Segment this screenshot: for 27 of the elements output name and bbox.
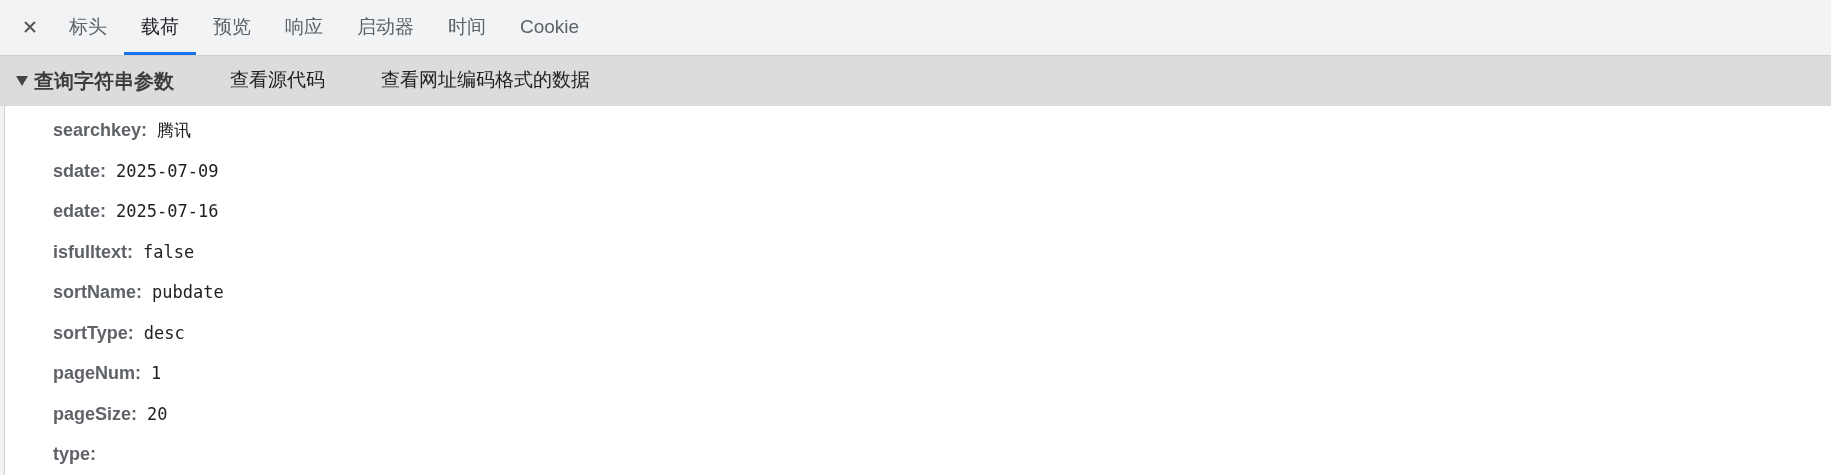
triangle-icon (16, 75, 28, 86)
param-value: 1 (151, 362, 162, 385)
tab[interactable]: 时间 (431, 0, 503, 55)
param-key: sortType: (53, 319, 134, 347)
tab[interactable]: 启动器 (340, 0, 431, 55)
param-key: sortName: (53, 279, 143, 307)
param-value: 2025-07-09 (116, 159, 219, 183)
param-key: type: (53, 441, 96, 469)
param-value: false (143, 240, 195, 264)
tab[interactable]: 预览 (196, 0, 268, 55)
param-key: sdate: (53, 157, 106, 185)
section-toggle[interactable]: 查询字符串参数 (16, 65, 174, 96)
param-key: pageSize: (53, 400, 138, 428)
tab[interactable]: Cookie (503, 0, 597, 55)
param-key: isfulltext: (53, 238, 133, 266)
param-key: pageNum: (53, 360, 141, 388)
param-value: desc (143, 321, 185, 345)
tab[interactable]: 响应 (268, 0, 340, 55)
view-link[interactable]: 查看网址编码格式的数据 (381, 66, 590, 95)
param-key: searchkey: (53, 117, 148, 145)
param-value: 腾讯 (157, 119, 192, 142)
param-key: edate: (53, 198, 106, 226)
param-value: pubdate (152, 281, 224, 304)
param-value: 20 (147, 402, 168, 426)
view-link[interactable]: 查看源代码 (230, 66, 325, 95)
param-value: 2025-07-16 (116, 200, 219, 223)
tab[interactable]: 标头 (52, 0, 124, 55)
